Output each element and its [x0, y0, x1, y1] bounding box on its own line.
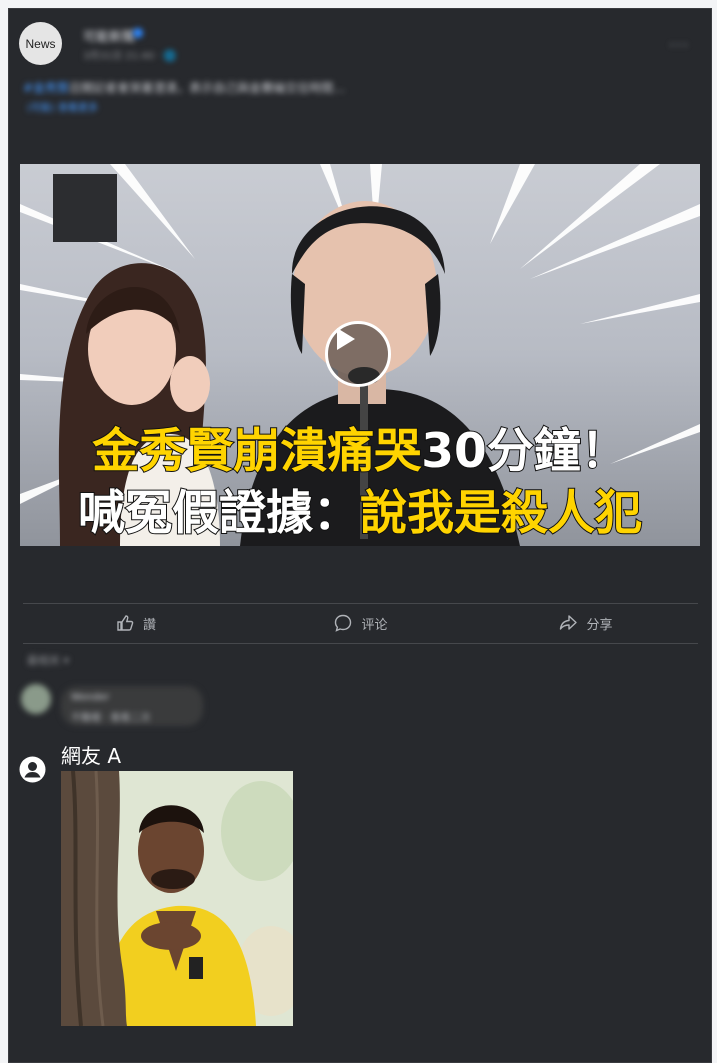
post-card: News 可能新聞 3月31日 21:40 · 🌐 ··· #金秀賢召開記者會哭… [8, 8, 712, 1063]
page-avatar[interactable]: News [19, 22, 62, 65]
user-avatar-icon[interactable] [19, 756, 46, 783]
post-timestamp[interactable]: 3月31日 21:40 · 🌐 [83, 47, 176, 62]
thumbs-up-icon [117, 615, 134, 631]
comment-button[interactable]: 评论 [248, 606, 473, 640]
commenter-name[interactable]: Wonder [71, 692, 109, 703]
post-hashtag[interactable]: #金秀賢 [23, 81, 69, 95]
comment-sort-selector[interactable]: 最相关 ▾ [27, 652, 69, 668]
video-thumbnail[interactable]: 金秀賢崩潰痛哭30分鐘！ 喊冤假證據：說我是殺人犯 [20, 164, 700, 546]
action-bar: 讚 评论 分享 [23, 606, 698, 640]
divider [23, 603, 698, 604]
commenter-avatar[interactable] [21, 684, 51, 714]
post-text: #金秀賢召開記者會哭著澄清，表示自己與金賽綸交往時間… [23, 79, 345, 96]
comment-text: 不難喔 · 看看二次 [71, 713, 151, 724]
post-body: 召開記者會哭著澄清，表示自己與金賽綸交往時間… [69, 81, 346, 95]
page-name[interactable]: 可能新聞 [83, 26, 135, 45]
headline-line1-white: 30分鐘！ [420, 423, 628, 480]
like-label: 讚 [142, 617, 156, 633]
netizen-name[interactable]: 網友 A [61, 740, 121, 769]
share-button[interactable]: 分享 [473, 606, 698, 640]
divider [23, 643, 698, 644]
see-more-link[interactable]: (可能) 查看更多 [27, 99, 98, 114]
share-label: 分享 [586, 617, 613, 633]
comment-icon [335, 614, 352, 632]
headline-line2-white: 喊冤假證據： [77, 485, 361, 542]
headline-line-1: 金秀賢崩潰痛哭30分鐘！ [20, 412, 700, 481]
share-icon [560, 615, 578, 630]
more-options-icon[interactable]: ··· [669, 35, 689, 56]
like-button[interactable]: 讚 [23, 606, 248, 640]
avatar-label: News [25, 36, 56, 51]
headline-line2-yellow: 說我是殺人犯 [359, 485, 643, 542]
redaction-box [53, 174, 117, 242]
play-icon[interactable] [325, 321, 391, 387]
meme-image[interactable] [61, 771, 293, 1026]
verified-badge-icon [133, 28, 143, 38]
headline-line1-yellow: 金秀賢崩潰痛哭 [91, 423, 422, 480]
comment-label: 评论 [361, 617, 388, 633]
headline-line-2: 喊冤假證據：說我是殺人犯 [20, 474, 700, 543]
meme-illustration [61, 771, 293, 1026]
